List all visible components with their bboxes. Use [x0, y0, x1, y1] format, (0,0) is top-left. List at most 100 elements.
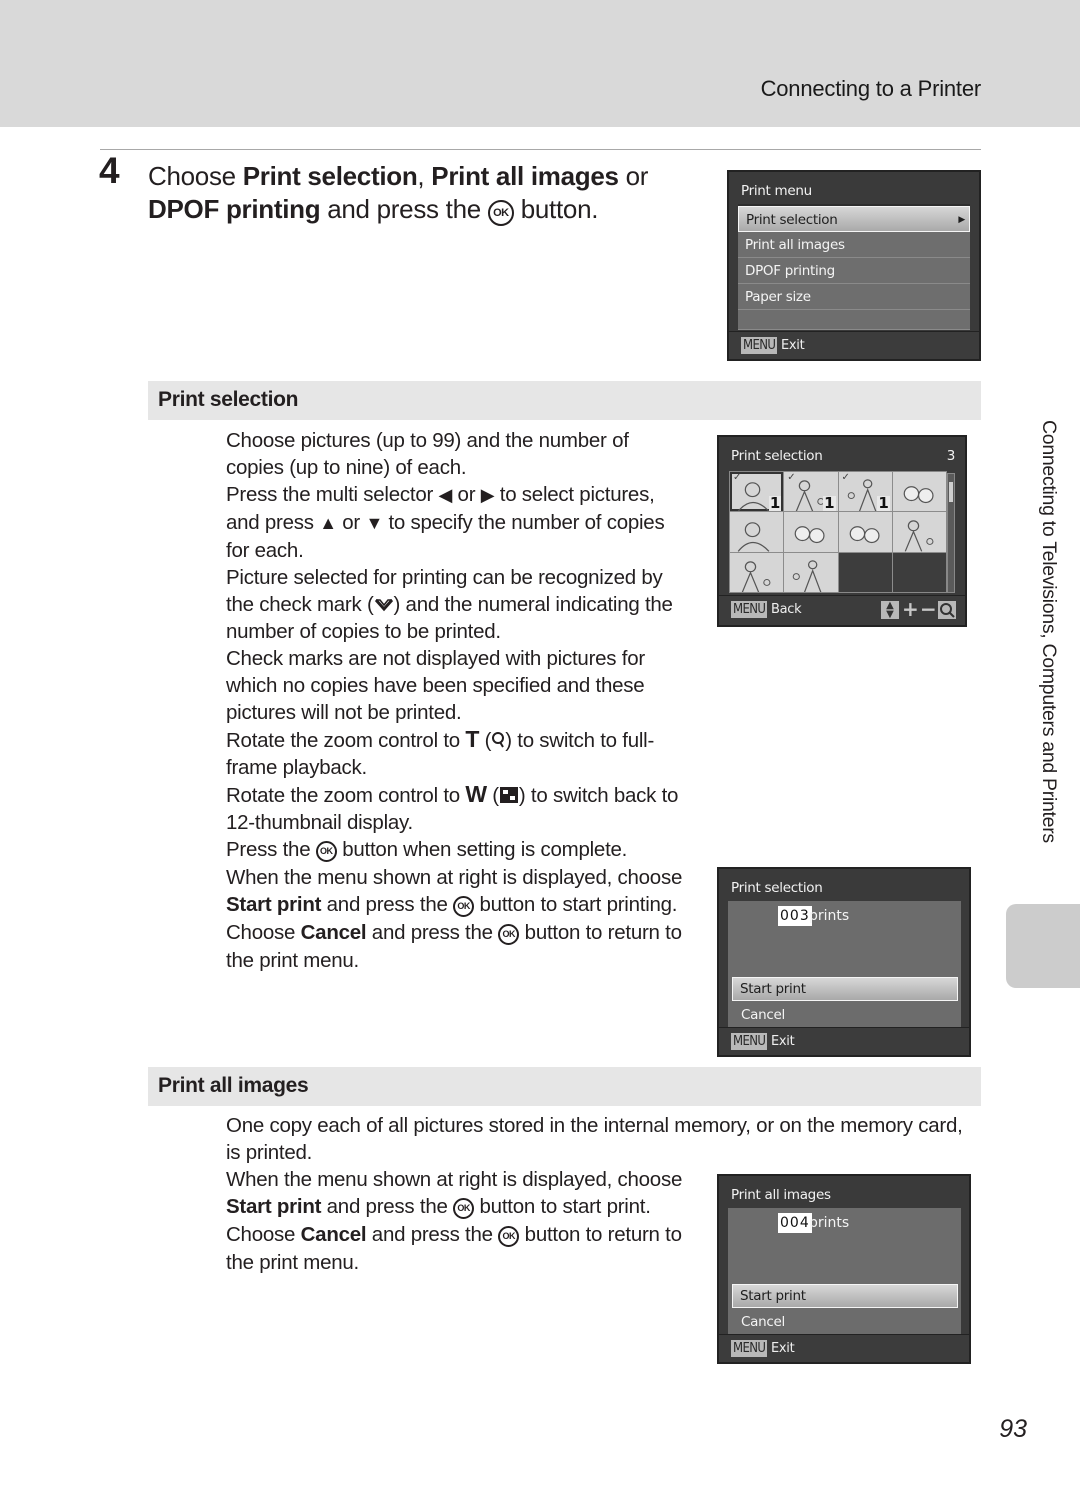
- option-label: Cancel: [741, 1007, 785, 1023]
- menu-item-label: DPOF printing: [745, 263, 835, 279]
- text: Rotate the zoom control to: [226, 784, 466, 807]
- paragraph: Rotate the zoom control to W () to switc…: [226, 781, 686, 836]
- down-arrow-icon: ▼: [365, 513, 384, 533]
- scrollbar[interactable]: [947, 473, 955, 593]
- scrollbar-thumb[interactable]: [949, 482, 953, 502]
- option-dpof-printing: DPOF printing: [148, 194, 321, 224]
- thumbnail[interactable]: ✓ 1: [838, 472, 892, 512]
- menu-item-print-selection[interactable]: Print selection ▶: [738, 206, 970, 232]
- section-title: Connecting to a Printer: [760, 76, 982, 101]
- check-mark-icon: ✓: [787, 472, 796, 483]
- thumbnail[interactable]: ✓ 1: [730, 472, 784, 512]
- ok-button-icon: OK: [453, 1198, 475, 1219]
- print-menu-screen: Print menu Print selection ▶ Print all i…: [727, 170, 981, 361]
- thumbnail-playback-icon: [499, 787, 518, 803]
- menu-item-print-all-images[interactable]: Print all images: [738, 232, 970, 258]
- text: Choose: [226, 921, 301, 944]
- up-down-icon: ▲ ▼: [881, 601, 899, 620]
- step-text-tail: and press the: [320, 194, 488, 224]
- screen-title: Print selection: [731, 880, 823, 896]
- check-mark-icon: ✓: [733, 472, 742, 483]
- left-arrow-icon: ◀: [438, 485, 453, 505]
- thumbnail-image: [741, 560, 771, 592]
- up-arrow-icon: ▲: [319, 513, 337, 533]
- paragraph: Picture selected for printing can be rec…: [226, 564, 686, 645]
- thumbnail[interactable]: [892, 472, 946, 512]
- screen-footer: MENU Exit: [729, 331, 979, 359]
- copy-count: 1: [823, 494, 836, 512]
- step-instruction: Choose Print selection, Print all images…: [148, 160, 708, 228]
- text: and press the: [366, 921, 499, 944]
- menu-button-icon: MENU: [731, 1340, 768, 1357]
- page-number: 93: [999, 1415, 1027, 1443]
- check-mark-icon: [374, 599, 393, 612]
- thumbnail-image: [903, 486, 934, 504]
- thumbnail[interactable]: ✓ 1: [784, 472, 838, 512]
- option-start-print[interactable]: Start print: [732, 977, 958, 1001]
- text: Rotate the zoom control to: [226, 729, 466, 752]
- paragraph: Rotate the zoom control to T () to switc…: [226, 726, 686, 781]
- thumbnail[interactable]: [730, 512, 784, 552]
- selected-count: 3: [946, 448, 956, 464]
- section-heading-text: Print selection: [158, 388, 299, 411]
- wide-zoom-letter: W: [465, 781, 487, 807]
- thumbnail[interactable]: [730, 552, 784, 592]
- screen-footer: MENU Back ▲ ▼ + −: [719, 595, 965, 625]
- text: button to start printing.: [474, 893, 678, 916]
- start-print-term: Start print: [226, 893, 322, 916]
- option-label: Cancel: [741, 1314, 785, 1330]
- screen-title: Print selection: [731, 448, 823, 464]
- thumbnail[interactable]: [892, 512, 946, 552]
- print-selection-thumbnail-screen: Print selection 3 ✓ 1 ✓ 1 ✓ 1 MENU Back ▲ ▼ + …: [717, 435, 967, 627]
- text: and press the: [321, 1195, 454, 1218]
- magnify-icon: [492, 732, 505, 748]
- plus-icon: +: [902, 597, 919, 621]
- paragraph: Press the OK button when setting is comp…: [226, 836, 686, 864]
- option-label: Start print: [740, 1288, 806, 1304]
- copy-count: 1: [877, 494, 890, 512]
- step-text-end: button.: [513, 194, 599, 224]
- option-cancel[interactable]: Cancel: [728, 1309, 961, 1334]
- paragraph: Choose Cancel and press the OK button to…: [226, 1221, 686, 1276]
- option-cancel[interactable]: Cancel: [728, 1002, 961, 1027]
- thumbnail[interactable]: [838, 512, 892, 552]
- menu-item-label: Print all images: [745, 237, 845, 253]
- prints-label: prints: [809, 908, 850, 924]
- menu-button-icon: MENU: [731, 1033, 768, 1050]
- print-all-images-body: When the menu shown at right is displaye…: [226, 1166, 686, 1276]
- text: or: [452, 483, 481, 506]
- screen-title: Print menu: [741, 183, 812, 199]
- right-arrow-icon: ▶: [480, 485, 495, 505]
- chapter-tab[interactable]: [1006, 904, 1080, 988]
- menu-button-icon: MENU: [741, 337, 778, 354]
- thumbnail-image: [904, 520, 934, 552]
- step-text-choose: Choose: [148, 161, 243, 191]
- menu-item-label: Print selection: [746, 212, 838, 228]
- menu-item-label: Paper size: [745, 289, 811, 305]
- print-all-images-confirm-screen: Print all images 004 prints Start print …: [717, 1174, 971, 1364]
- thumbnail-empty: [892, 552, 946, 592]
- menu-item-dpof-printing[interactable]: DPOF printing: [738, 258, 970, 284]
- thumbnail-image: [737, 522, 770, 552]
- option-start-print[interactable]: Start print: [732, 1284, 958, 1308]
- copy-count: 1: [768, 494, 782, 512]
- prints-panel: 003 prints Start print Cancel: [728, 901, 961, 1027]
- menu-item-paper-size[interactable]: Paper size: [738, 284, 970, 310]
- text: When the menu shown at right is displaye…: [226, 1168, 683, 1191]
- print-selection-confirm-screen: Print selection 003 prints Start print C…: [717, 867, 971, 1057]
- ok-button-icon: OK: [498, 1226, 520, 1247]
- chapter-side-label: Connecting to Televisions, Computers and…: [1038, 420, 1060, 843]
- section-heading-text: Print all images: [158, 1074, 309, 1097]
- cancel-term: Cancel: [300, 921, 367, 944]
- thumbnail[interactable]: [784, 512, 838, 552]
- print-selection-body: Choose pictures (up to 99) and the numbe…: [226, 427, 686, 974]
- cancel-term: Cancel: [300, 1223, 367, 1246]
- option-print-selection: Print selection: [242, 161, 418, 191]
- thumbnail[interactable]: [784, 552, 838, 592]
- menu-button-icon: MENU: [731, 601, 768, 618]
- ok-button-icon: OK: [498, 924, 520, 945]
- text: and press the: [321, 893, 454, 916]
- minus-icon: −: [920, 597, 937, 621]
- text: button when setting is complete.: [336, 838, 628, 861]
- text: Choose: [226, 1223, 301, 1246]
